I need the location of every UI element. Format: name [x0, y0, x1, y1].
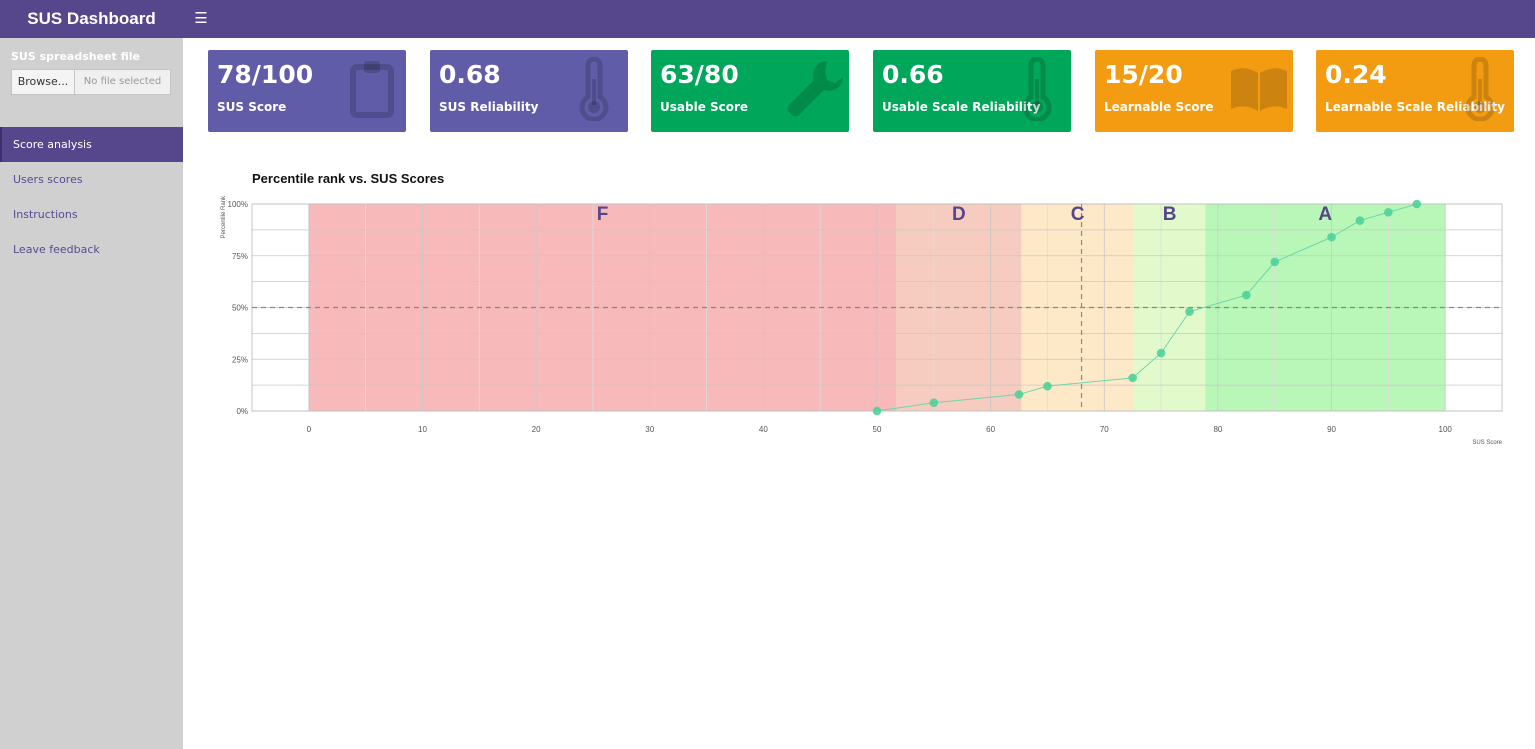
x-tick-label: 50 [873, 425, 882, 434]
sidebar-item-instructions[interactable]: Instructions [0, 197, 183, 232]
data-point [1156, 348, 1166, 358]
x-tick-label: 10 [418, 425, 427, 434]
data-point [1185, 307, 1194, 316]
data-point [929, 398, 939, 408]
data-point [1014, 390, 1024, 399]
learnable-score-card: 15/20 Learnable Score [1095, 50, 1293, 132]
x-tick-label: 100 [1439, 425, 1453, 434]
card-value: 63/80 [660, 60, 739, 89]
sidebar-item-leave-feedback[interactable]: Leave feedback [0, 232, 183, 267]
sidebar-item-score-analysis[interactable]: Score analysis [0, 127, 183, 162]
card-value: 78/100 [217, 60, 314, 89]
file-upload-label: SUS spreadsheet file [11, 50, 140, 63]
x-tick-label: 40 [759, 425, 768, 434]
sidebar-item-users-scores[interactable]: Users scores [0, 162, 183, 197]
y-tick-label: 50% [232, 304, 248, 313]
x-tick-label: 70 [1100, 425, 1109, 434]
grade-label-d: D [952, 204, 966, 225]
usable-score-card: 63/80 Usable Score [651, 50, 849, 132]
thermometer-icon [1022, 57, 1052, 121]
sus-reliability-card: 0.68 SUS Reliability [430, 50, 628, 132]
y-tick-label: 25% [232, 355, 248, 364]
percentile-chart: Percentile rank vs. SUS Scores F D C B A 0 10 20… [196, 160, 1526, 460]
card-value: 0.24 [1325, 60, 1387, 89]
y-tick-label: 75% [232, 252, 248, 261]
y-axis-label: Percentile Rank [221, 195, 227, 238]
x-tick-label: 60 [986, 425, 995, 434]
x-tick-label: 0 [307, 425, 312, 434]
grade-label-c: C [1071, 204, 1085, 225]
sus-score-card: 78/100 SUS Score [208, 50, 406, 132]
data-point [1242, 290, 1251, 300]
x-tick-label: 30 [645, 425, 654, 434]
data-point [1128, 373, 1137, 383]
data-point [1384, 207, 1393, 217]
card-label: SUS Reliability [439, 100, 539, 114]
grade-label-b: B [1163, 204, 1177, 225]
data-point [1412, 199, 1422, 209]
y-tick-label: 100% [228, 200, 248, 209]
card-value: 0.68 [439, 60, 501, 89]
sidebar: SUS spreadsheet file Browse... No file s… [0, 38, 183, 749]
top-navbar: SUS Dashboard ☰ [0, 0, 1535, 38]
usable-scale-reliability-card: 0.66 Usable Scale Reliability [873, 50, 1071, 132]
file-name-field[interactable]: No file selected [74, 69, 171, 95]
chart-title: Percentile rank vs. SUS Scores [252, 171, 444, 186]
x-tick-label: 20 [532, 425, 541, 434]
grade-label-f: F [597, 204, 609, 225]
book-icon [1231, 68, 1287, 111]
clipboard-icon [350, 61, 394, 118]
card-label: Usable Score [660, 100, 749, 114]
data-point [1355, 216, 1365, 225]
chart-svg: Percentile rank vs. SUS Scores F D C B A 0 10 20… [221, 171, 1503, 446]
wrench-icon [787, 61, 843, 117]
hamburger-icon[interactable]: ☰ [191, 9, 211, 29]
data-point [1270, 257, 1280, 267]
browse-button[interactable]: Browse... [11, 69, 75, 95]
x-tick-label: 90 [1327, 425, 1336, 434]
thermometer-icon [579, 57, 609, 121]
data-point [872, 406, 882, 416]
data-point [1043, 381, 1052, 391]
x-tick-label: 80 [1213, 425, 1222, 434]
data-point [1327, 232, 1336, 242]
app-title: SUS Dashboard [27, 9, 156, 28]
card-label: Learnable Score [1104, 100, 1214, 114]
card-value: 15/20 [1104, 60, 1183, 89]
card-value: 0.66 [882, 60, 944, 89]
thermometer-icon [1465, 57, 1495, 121]
card-label: SUS Score [217, 100, 287, 114]
y-tick-label: 0% [236, 407, 248, 416]
learnable-scale-reliability-card: 0.24 Learnable Scale Reliability [1316, 50, 1514, 132]
x-axis-label: SUS Score [1472, 440, 1502, 446]
grade-label-a: A [1318, 204, 1332, 225]
